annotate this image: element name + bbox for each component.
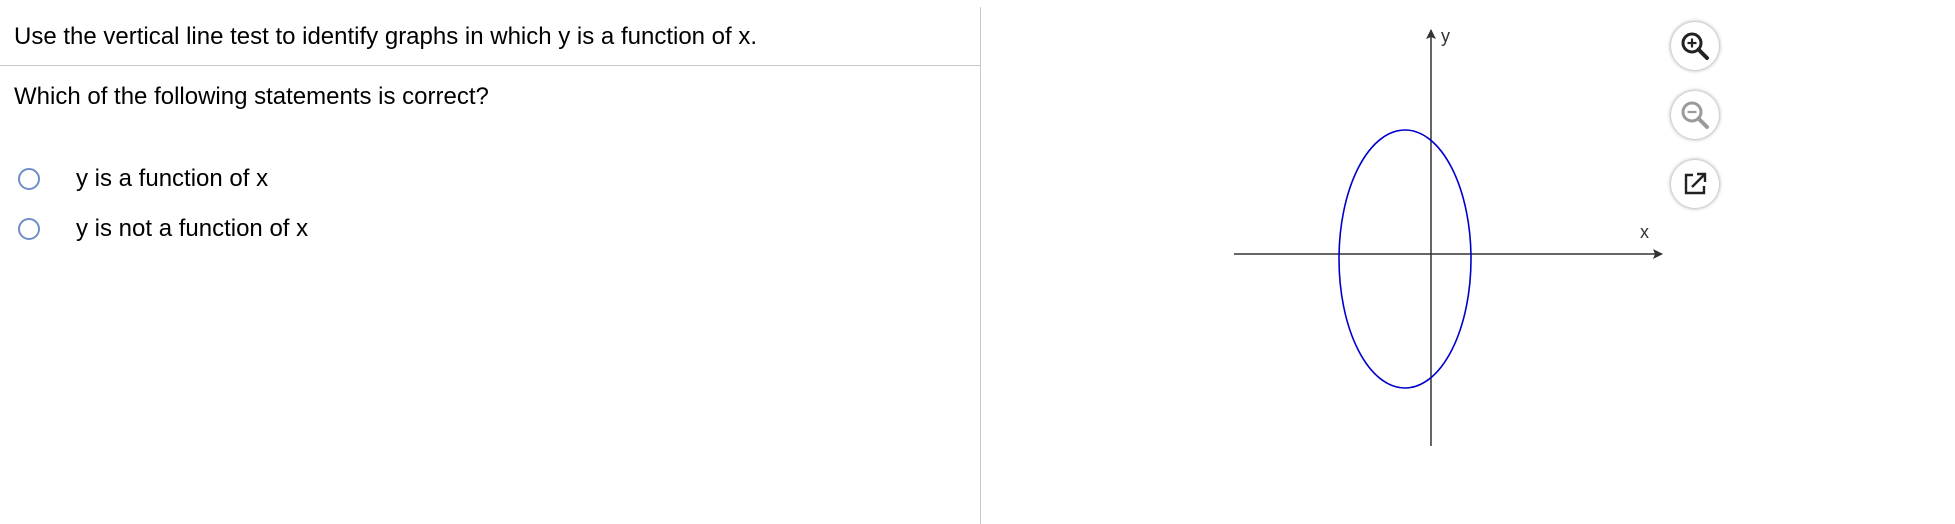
zoom-in-button[interactable]	[1671, 22, 1719, 70]
zoom-in-icon	[1681, 32, 1709, 60]
popout-button[interactable]	[1671, 160, 1719, 208]
y-axis-label: y	[1441, 26, 1450, 46]
x-axis-label: x	[1640, 222, 1649, 242]
zoom-out-icon	[1681, 101, 1709, 129]
popout-icon	[1684, 172, 1707, 195]
graph: y x	[1234, 26, 1663, 446]
page: Use the vertical line test to identify g…	[0, 0, 1955, 524]
ellipse-curve	[1338, 129, 1472, 389]
zoom-out-button[interactable]	[1671, 91, 1719, 139]
